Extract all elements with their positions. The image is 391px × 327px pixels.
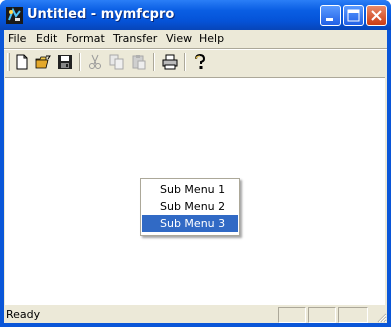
paste-icon [132,55,146,70]
help-button[interactable] [191,53,209,71]
window-title: Untitled - mymfcpro [27,7,175,22]
menu-format[interactable]: Format [66,32,105,45]
app-icon[interactable] [6,7,23,24]
client-area: File Edit Format Transfer View Help Sub … [4,30,387,323]
new-document-icon [16,54,28,70]
help-icon [195,53,206,69]
menu-transfer[interactable]: Transfer [113,32,157,45]
toolbar-grip[interactable] [7,53,10,71]
context-menu-item-2[interactable]: Sub Menu 2 [142,198,238,215]
open-button[interactable] [34,53,52,71]
app-window: Untitled - mymfcpro File Edit Format Tra… [0,0,391,327]
copy-button[interactable] [108,53,126,71]
save-button[interactable] [56,53,74,71]
context-menu: Sub Menu 1 Sub Menu 2 Sub Menu 3 [140,178,240,236]
maximize-button[interactable] [343,5,364,26]
status-pane-num [308,307,336,323]
minimize-icon [326,18,333,21]
status-bar: Ready [4,305,387,323]
minimize-button[interactable] [320,5,341,26]
save-icon [58,55,72,69]
paste-button[interactable] [130,53,148,71]
print-icon [162,54,178,70]
menu-edit[interactable]: Edit [36,32,57,45]
open-folder-icon [35,55,51,69]
context-menu-item-3[interactable]: Sub Menu 3 [142,215,238,232]
print-button[interactable] [161,53,179,71]
cut-icon [89,54,101,69]
status-text: Ready [6,308,41,321]
status-pane-caps [278,307,306,323]
menu-bar: File Edit Format Transfer View Help [4,30,387,48]
cut-button[interactable] [86,53,104,71]
menu-view[interactable]: View [166,32,192,45]
document-area[interactable]: Sub Menu 1 Sub Menu 2 Sub Menu 3 [5,77,385,305]
resize-grip-icon[interactable] [375,311,387,323]
copy-icon [109,54,124,70]
close-button[interactable] [366,5,387,26]
menu-file[interactable]: File [8,32,26,45]
menu-help[interactable]: Help [199,32,224,45]
toolbar [4,50,387,74]
toolbar-separator [153,53,155,71]
context-menu-item-1[interactable]: Sub Menu 1 [142,181,238,198]
close-icon [371,10,382,21]
maximize-icon [347,9,360,22]
title-bar[interactable]: Untitled - mymfcpro [0,0,391,30]
status-pane-scroll [338,307,368,323]
toolbar-separator [79,53,81,71]
new-button[interactable] [13,53,31,71]
toolbar-separator [184,53,186,71]
